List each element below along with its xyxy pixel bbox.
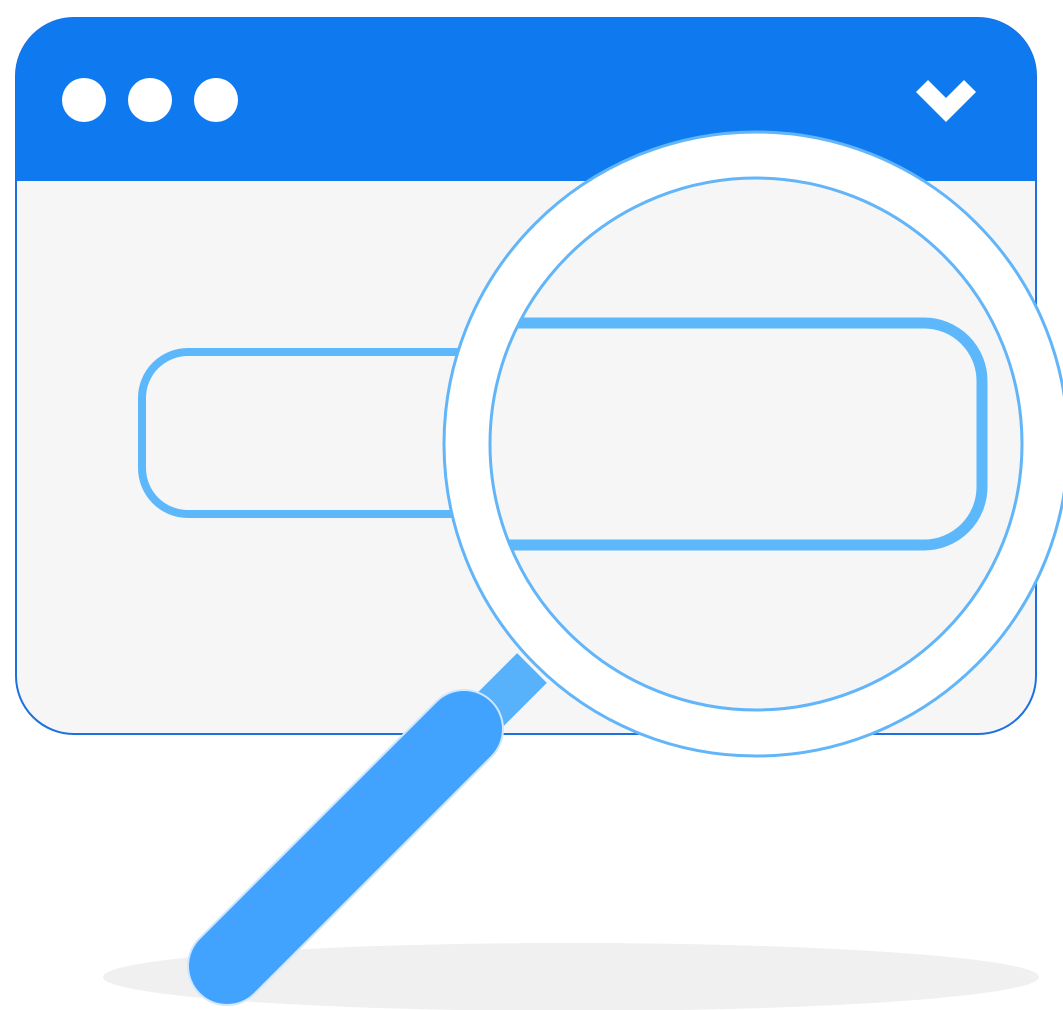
window-control-dot-2[interactable] xyxy=(128,78,172,122)
magnifier-lens xyxy=(488,176,1024,712)
magnifier-handle[interactable] xyxy=(189,691,502,1004)
window-control-dot-1[interactable] xyxy=(62,78,106,122)
illustration-svg xyxy=(15,17,1063,1010)
window-control-dot-3[interactable] xyxy=(194,78,238,122)
illustration xyxy=(0,0,1063,1010)
